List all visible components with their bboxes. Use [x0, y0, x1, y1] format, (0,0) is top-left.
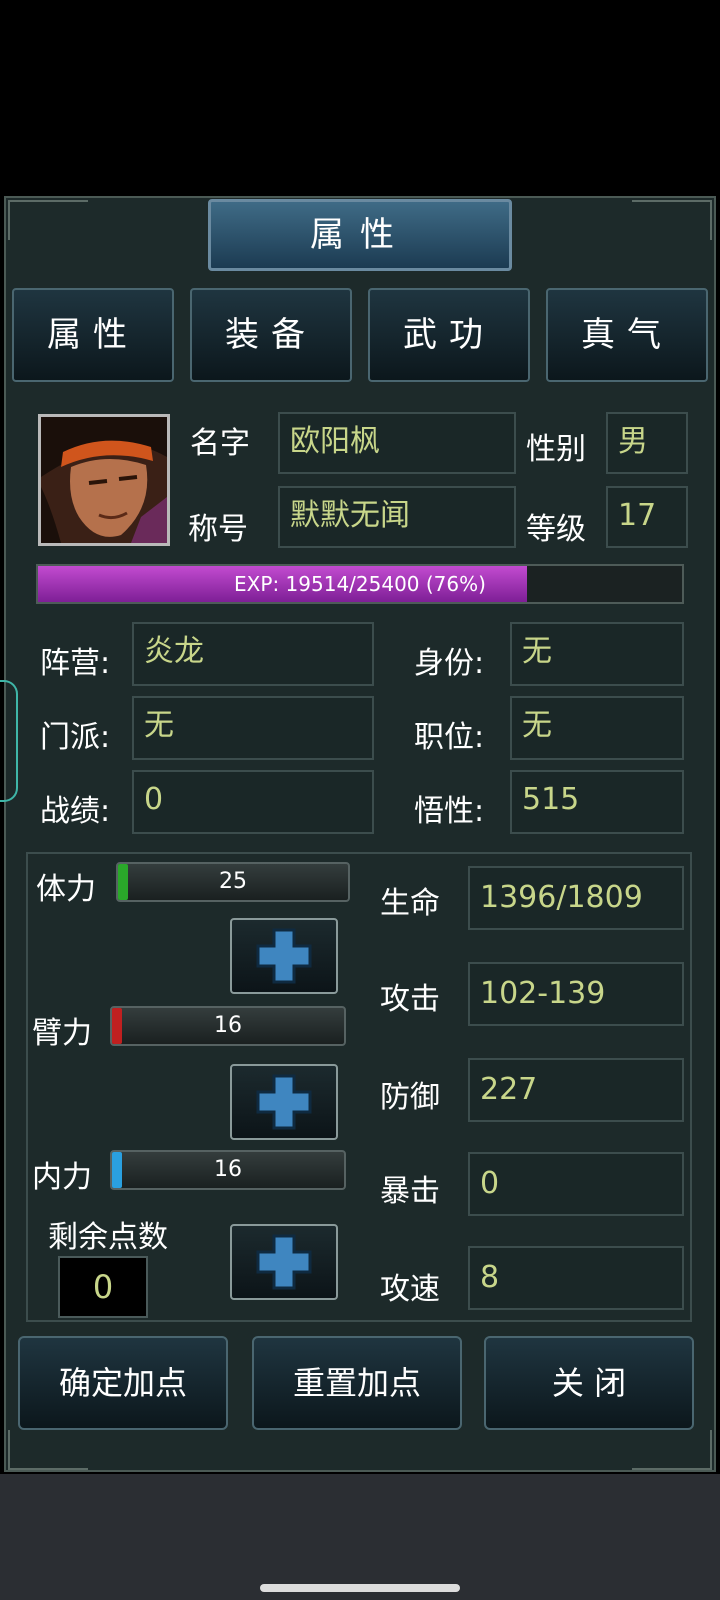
inner-power-label: 内力: [32, 1160, 92, 1195]
add-stamina-button[interactable]: [230, 918, 338, 994]
level-field: 17: [606, 486, 688, 548]
panel-title: 属性: [208, 199, 512, 271]
inner-power-bar-fill: [112, 1152, 122, 1188]
attack-speed-field: 8: [468, 1246, 684, 1310]
sect-label: 门派:: [40, 720, 111, 755]
position-label: 职位:: [414, 720, 485, 755]
position-field: 无: [510, 696, 684, 760]
side-drawer-handle[interactable]: [0, 680, 18, 802]
attack-speed-label: 攻速: [380, 1272, 440, 1307]
add-inner-power-button[interactable]: [230, 1224, 338, 1300]
identity-label: 身份:: [414, 646, 485, 681]
corner-ornament: [8, 1430, 88, 1470]
comprehension-label: 悟性:: [414, 794, 485, 829]
record-field: 0: [132, 770, 374, 834]
remaining-points-value: 0: [58, 1256, 148, 1318]
corner-ornament: [8, 200, 88, 240]
close-button[interactable]: 关 闭: [484, 1336, 694, 1430]
reset-points-button[interactable]: 重置加点: [252, 1336, 462, 1430]
gender-label: 性别: [526, 432, 586, 467]
stamina-label: 体力: [36, 872, 96, 907]
title-label: 称号: [188, 512, 248, 547]
add-strength-button[interactable]: [230, 1064, 338, 1140]
attack-field: 102-139: [468, 962, 684, 1026]
tab-attributes[interactable]: 属性: [12, 288, 174, 382]
comprehension-field: 515: [510, 770, 684, 834]
stamina-value: 25: [219, 869, 247, 894]
level-label: 等级: [526, 512, 586, 547]
camp-label: 阵营:: [40, 646, 111, 681]
identity-field: 无: [510, 622, 684, 686]
character-portrait: [38, 414, 170, 546]
attack-label: 攻击: [380, 982, 440, 1017]
crit-field: 0: [468, 1152, 684, 1216]
tab-equipment[interactable]: 装备: [190, 288, 352, 382]
home-indicator[interactable]: [260, 1584, 460, 1592]
defense-label: 防御: [380, 1080, 440, 1115]
stamina-bar-fill: [118, 864, 128, 900]
name-field: 欧阳枫: [278, 412, 516, 474]
tab-martial-arts[interactable]: 武功: [368, 288, 530, 382]
corner-ornament: [632, 200, 712, 240]
defense-field: 227: [468, 1058, 684, 1122]
system-nav-area: [0, 1474, 720, 1600]
sect-field: 无: [132, 696, 374, 760]
plus-icon: [256, 928, 312, 984]
gender-field: 男: [606, 412, 688, 474]
inner-power-bar: 16: [110, 1150, 346, 1190]
exp-bar: EXP: 19514/25400 (76%): [36, 564, 684, 604]
hp-label: 生命: [380, 886, 440, 921]
plus-icon: [256, 1074, 312, 1130]
strength-value: 16: [214, 1013, 242, 1038]
confirm-points-button[interactable]: 确定加点: [18, 1336, 228, 1430]
plus-icon: [256, 1234, 312, 1290]
stamina-bar: 25: [116, 862, 350, 902]
inner-power-value: 16: [214, 1157, 242, 1182]
camp-field: 炎龙: [132, 622, 374, 686]
crit-label: 暴击: [380, 1174, 440, 1209]
name-label: 名字: [190, 426, 250, 461]
strength-bar: 16: [110, 1006, 346, 1046]
strength-label: 臂力: [32, 1016, 92, 1051]
hp-field: 1396/1809: [468, 866, 684, 930]
strength-bar-fill: [112, 1008, 122, 1044]
title-field: 默默无闻: [278, 486, 516, 548]
remaining-points-label: 剩余点数: [48, 1220, 168, 1255]
corner-ornament: [632, 1430, 712, 1470]
tab-true-qi[interactable]: 真气: [546, 288, 708, 382]
record-label: 战绩:: [40, 794, 111, 829]
exp-text: EXP: 19514/25400 (76%): [234, 572, 486, 596]
